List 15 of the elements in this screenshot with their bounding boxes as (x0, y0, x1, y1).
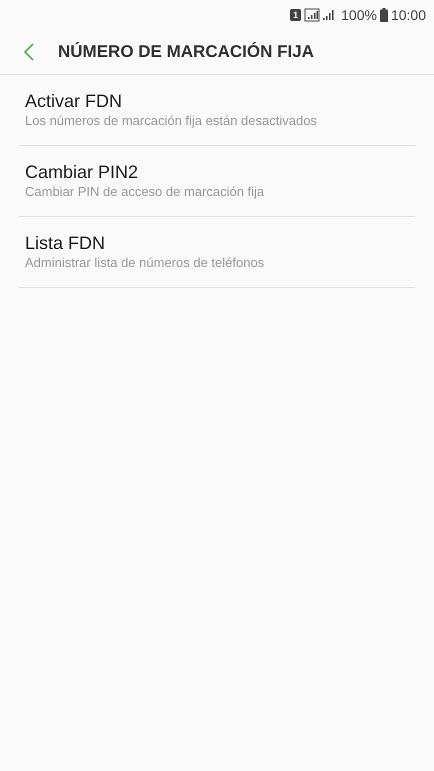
item-subtitle: Los números de marcación fija están desactivados (25, 112, 318, 130)
settings-item[interactable]: Lista FDN Administrar lista de números de teléfonos (19, 217, 415, 288)
battery-percentage: 100% (341, 6, 377, 24)
item-subtitle: Administrar lista de números de teléfonos (25, 254, 266, 272)
settings-item[interactable]: Activar FDN Los números de marcación fija están desactivados (19, 75, 415, 146)
item-title: Lista FDN (25, 232, 106, 254)
item-title: Activar FDN (25, 90, 124, 112)
sim-badge: 1 (290, 9, 302, 21)
settings-item[interactable]: Cambiar PIN2 Cambiar PIN de acceso de marcación fija (19, 146, 415, 217)
clock: 10:00 (390, 6, 426, 24)
item-subtitle: Cambiar PIN de acceso de marcación fija (25, 183, 266, 201)
back-icon (24, 43, 34, 61)
item-title: Cambiar PIN2 (25, 161, 140, 183)
battery-icon (380, 8, 388, 22)
screen-title: NÚMERO DE MARCACIÓN FIJA (58, 41, 314, 64)
